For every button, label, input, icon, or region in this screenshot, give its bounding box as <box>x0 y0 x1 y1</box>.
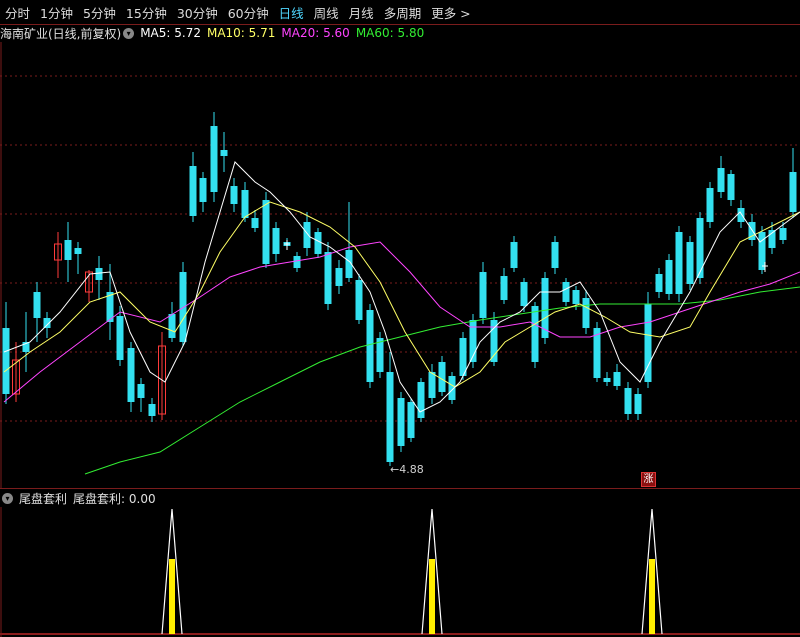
candle-down <box>428 372 436 398</box>
candle-down <box>758 232 766 270</box>
candle-down <box>293 256 301 268</box>
ma10-label: MA10: 5.71 <box>206 26 276 40</box>
candle-down <box>655 274 663 292</box>
candle-down <box>582 298 590 328</box>
candle-down <box>335 268 343 286</box>
candle-down <box>717 168 725 192</box>
tab-0[interactable]: 分时 <box>0 3 35 22</box>
tab-10[interactable]: 更多 > <box>426 3 475 22</box>
candle-down <box>148 404 156 416</box>
main-legend: 海南矿业(日线,前复权) ▾ MA5: 5.72 MA10: 5.71 MA20… <box>0 24 430 42</box>
low-price-label: ←4.88 <box>390 463 424 476</box>
candle-down <box>355 280 363 320</box>
candle-down <box>189 166 197 216</box>
candle-down <box>562 282 570 302</box>
candle-down <box>272 228 280 254</box>
candle-down <box>500 276 508 300</box>
candle-down <box>210 126 218 192</box>
candle-down <box>116 316 124 360</box>
candle-down <box>686 242 694 284</box>
candle-down <box>624 388 632 414</box>
candle-down <box>33 292 41 318</box>
indicator-value: 尾盘套利: 0.00 <box>73 491 156 506</box>
candle-down <box>230 186 238 204</box>
candle-down <box>74 248 82 254</box>
ma20-label: MA20: 5.60 <box>281 26 350 40</box>
candle-down <box>397 398 405 446</box>
candle-down <box>531 306 539 362</box>
tab-5[interactable]: 60分钟 <box>223 3 274 22</box>
candle-down <box>737 208 745 222</box>
indicator-legend: ▾ 尾盘套利 尾盘套利: 0.00 <box>0 489 162 507</box>
candle-down <box>696 218 704 278</box>
tab-9[interactable]: 多周期 <box>379 3 427 22</box>
dropdown-icon[interactable]: ▾ <box>2 492 13 504</box>
ma60-label: MA60: 5.80 <box>355 26 425 40</box>
indicator-bar <box>429 559 435 634</box>
candle-down <box>603 378 611 382</box>
indicator-bar <box>169 559 175 634</box>
candle-down <box>179 272 187 342</box>
indicator-bar <box>649 559 655 634</box>
candle-down <box>407 402 415 438</box>
tab-3[interactable]: 15分钟 <box>121 3 172 22</box>
candle-down <box>324 252 332 304</box>
candle-down <box>199 178 207 202</box>
candle-down <box>634 394 642 414</box>
candle-down <box>95 268 103 280</box>
candle-down <box>2 328 10 394</box>
candle-down <box>127 348 135 402</box>
candle-down <box>220 150 228 156</box>
candle-down <box>613 372 621 386</box>
tab-6[interactable]: 日线 <box>274 3 309 22</box>
candle-down <box>510 242 518 268</box>
limit-up-marker: 涨 <box>641 472 656 487</box>
candle-down <box>168 314 176 338</box>
tab-4[interactable]: 30分钟 <box>172 3 223 22</box>
candle-down <box>438 362 446 392</box>
candle-down <box>314 232 322 254</box>
candle-down <box>137 384 145 398</box>
candle-down <box>572 290 580 304</box>
tab-2[interactable]: 5分钟 <box>78 3 121 22</box>
candle-down <box>675 232 683 294</box>
candle-down <box>262 200 270 264</box>
candle-down <box>64 240 72 260</box>
candle-down <box>479 272 487 318</box>
tab-1[interactable]: 1分钟 <box>35 3 78 22</box>
ma5-label: MA5: 5.72 <box>140 26 201 40</box>
candle-down <box>789 172 797 212</box>
indicator-name[interactable]: 尾盘套利 <box>19 490 67 507</box>
candle-down <box>366 310 374 382</box>
candle-down <box>520 282 528 306</box>
candle-down <box>303 222 311 248</box>
candle-down <box>386 372 394 462</box>
candle-down <box>251 218 259 228</box>
candle-down <box>417 382 425 418</box>
tab-8[interactable]: 月线 <box>344 3 379 22</box>
period-tabs: 分时 1分钟 5分钟 15分钟 30分钟 60分钟 日线 周线 月线 多周期 更多 > <box>0 0 800 24</box>
candle-down <box>241 190 249 218</box>
candle-down <box>665 260 673 294</box>
candle-down <box>727 174 735 200</box>
candle-down <box>551 242 559 268</box>
stock-name[interactable]: 海南矿业(日线,前复权) <box>0 25 121 42</box>
candlestick-chart[interactable] <box>0 42 800 488</box>
tab-7[interactable]: 周线 <box>309 3 344 22</box>
candle-down <box>779 228 787 240</box>
indicator-chart[interactable] <box>0 507 800 637</box>
dropdown-icon[interactable]: ▾ <box>123 27 135 39</box>
candle-down <box>706 188 714 222</box>
